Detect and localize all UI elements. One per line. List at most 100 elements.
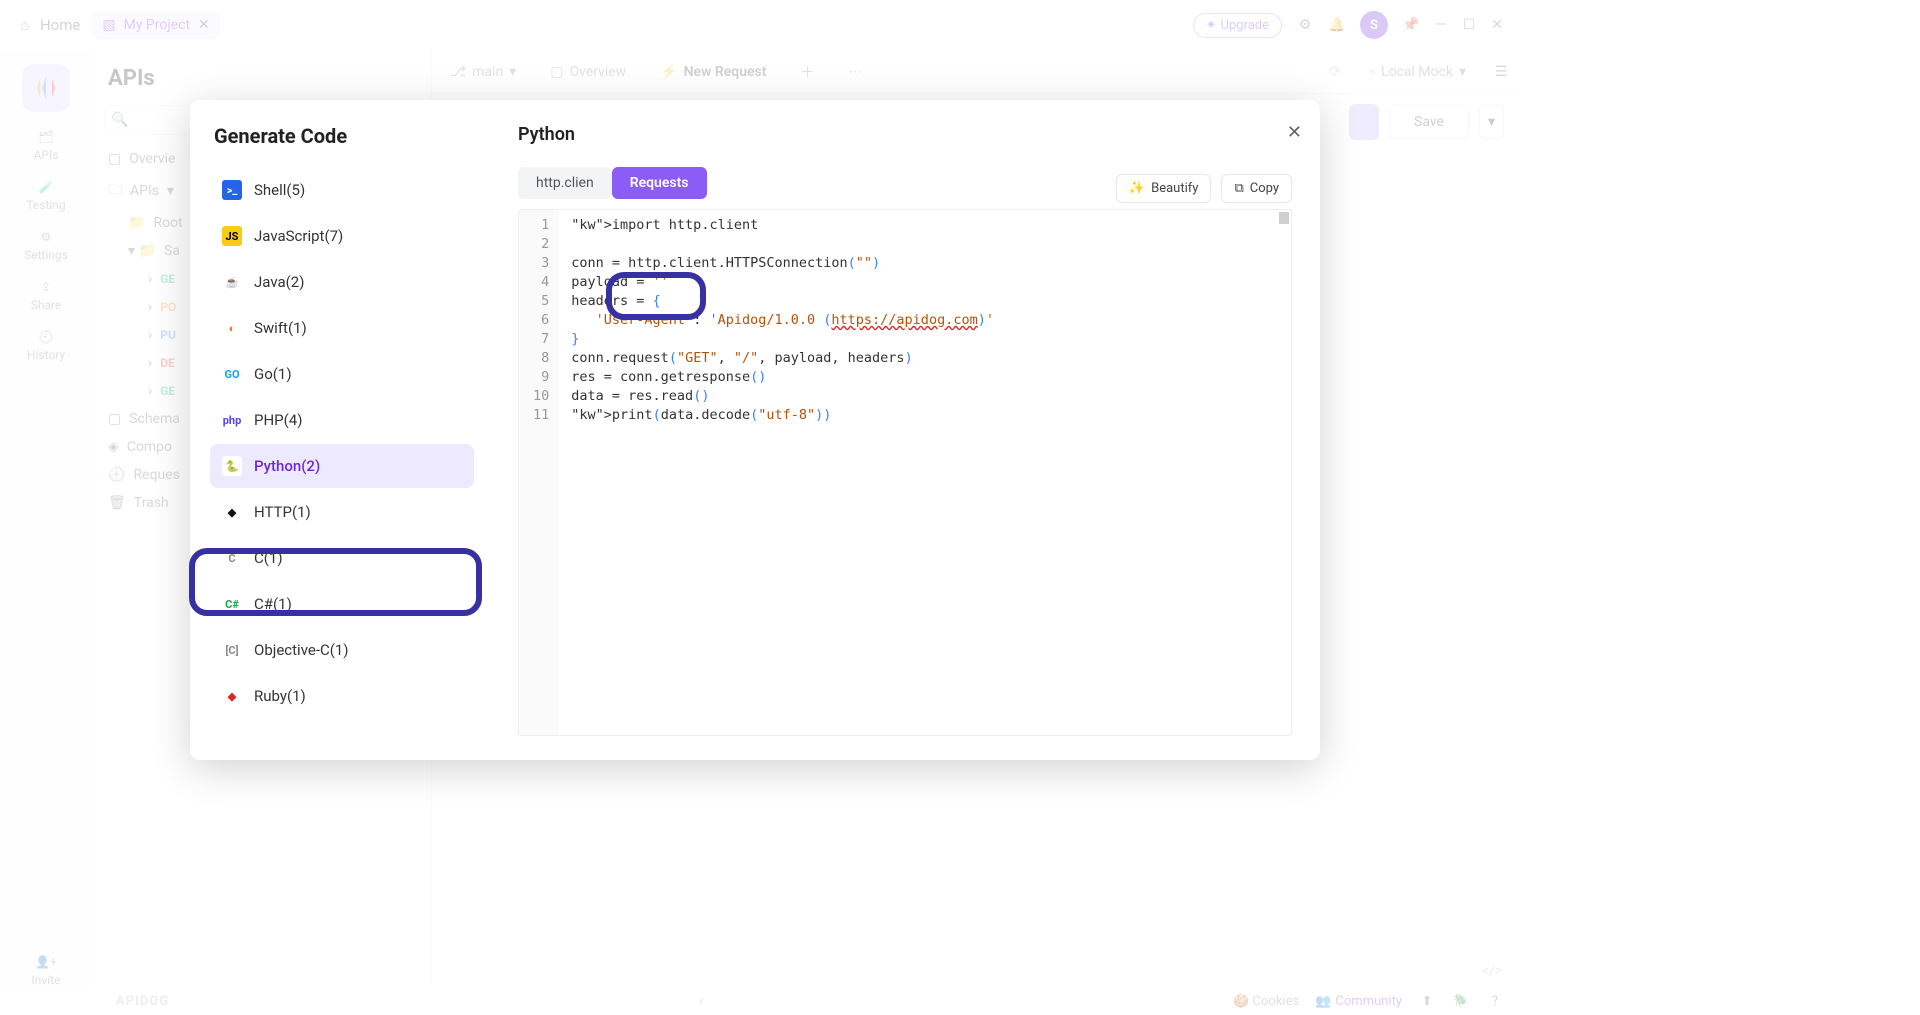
branch-selector[interactable]: ⎇ main ▾ bbox=[442, 64, 524, 80]
home-button[interactable]: ⌂ Home bbox=[16, 16, 80, 34]
nav-settings[interactable]: ⚙Settings bbox=[24, 230, 68, 262]
language-item-java[interactable]: ☕Java(2) bbox=[210, 260, 474, 304]
language-label: HTTP(1) bbox=[254, 503, 311, 521]
cookies-link[interactable]: 🍪 Cookies bbox=[1233, 994, 1299, 1009]
language-icon: [C] bbox=[222, 640, 242, 660]
collapse-icon[interactable]: « bbox=[698, 994, 704, 1009]
language-label: JavaScript(7) bbox=[254, 227, 343, 245]
language-icon: GO bbox=[222, 364, 242, 384]
language-list: >_ Shell(5) JSJavaScript(7)☕Java(2)◐Swift(… bbox=[210, 168, 482, 718]
language-item-objectivec[interactable]: [C] Objective-C(1) bbox=[210, 628, 474, 672]
maximize-icon[interactable]: ☐ bbox=[1462, 18, 1476, 32]
nav-history-label: History bbox=[27, 348, 65, 362]
language-item-python[interactable]: 🐍 Python(2) bbox=[210, 444, 474, 488]
nav-testing[interactable]: 🧪 Testing bbox=[26, 180, 65, 212]
bottom-bar: APIDOG « 🍪 Cookies 👥 Community ⬆ 🪲 ? bbox=[0, 987, 1520, 1015]
env-selector[interactable]: ▫ Local Mock ▾ bbox=[1362, 63, 1474, 80]
avatar[interactable]: S bbox=[1360, 11, 1388, 39]
language-icon: C# bbox=[222, 594, 242, 614]
language-item-javascript[interactable]: JSJavaScript(7) bbox=[210, 214, 474, 258]
close-icon[interactable]: ✕ bbox=[198, 17, 210, 33]
bell-icon[interactable]: 🔔 bbox=[1328, 16, 1346, 34]
sync-icon[interactable]: ⟳ bbox=[1326, 63, 1344, 81]
language-label: Python(2) bbox=[254, 457, 320, 475]
close-window-icon[interactable]: ✕ bbox=[1490, 18, 1504, 32]
language-item-php[interactable]: phpPHP(4) bbox=[210, 398, 474, 442]
tree-apis-label: APIs bbox=[130, 183, 159, 199]
modal-close-icon[interactable]: ✕ bbox=[1287, 122, 1302, 143]
tab-new-request[interactable]: ⚡ New Request bbox=[652, 64, 774, 80]
modal-title: Generate Code bbox=[210, 124, 482, 148]
nav-share[interactable]: ⇪Share bbox=[31, 280, 62, 312]
tree-components-label: Compo bbox=[127, 439, 172, 455]
nav-history[interactable]: 🕘 History bbox=[27, 330, 65, 362]
language-label: Shell(5) bbox=[254, 181, 305, 199]
tree-schemas-label: Schema bbox=[129, 411, 180, 427]
save-dropdown-icon[interactable]: ▾ bbox=[1479, 105, 1504, 139]
lib-tab-httpclien[interactable]: http.clien bbox=[518, 167, 612, 199]
menu-icon[interactable]: ☰ bbox=[1492, 63, 1510, 81]
history-icon: 🕘 bbox=[39, 330, 54, 344]
language-icon: 🐍 bbox=[222, 456, 242, 476]
home-icon: ⌂ bbox=[16, 16, 34, 34]
save-label: Save bbox=[1414, 114, 1444, 130]
cookies-label: Cookies bbox=[1253, 994, 1300, 1009]
save-button[interactable]: Save bbox=[1389, 105, 1469, 139]
project-tab[interactable]: ▧ My Project ✕ bbox=[92, 11, 219, 39]
language-icon: C bbox=[222, 548, 242, 568]
copy-button[interactable]: ⧉ Copy bbox=[1221, 174, 1292, 203]
library-tabs: http.clienRequests bbox=[518, 167, 707, 199]
project-icon: ▧ bbox=[102, 17, 115, 33]
project-name: My Project bbox=[124, 17, 190, 33]
language-item-swift[interactable]: ◐Swift(1) bbox=[210, 306, 474, 350]
code-panel-icon[interactable]: </> bbox=[432, 955, 1520, 987]
community-link[interactable]: 👥 Community bbox=[1315, 994, 1402, 1009]
line-gutter: 1234567891011 bbox=[519, 210, 559, 735]
language-label: C(1) bbox=[254, 549, 283, 567]
app-logo[interactable] bbox=[22, 64, 70, 112]
nav-settings-label: Settings bbox=[24, 248, 68, 262]
tree-trash-label: Trash bbox=[134, 495, 169, 511]
code-panel: ✕ Python http.clienRequests ✨ Beautify ⧉… bbox=[490, 100, 1320, 760]
upgrade-button[interactable]: ✦ Upgrade bbox=[1193, 13, 1282, 38]
left-nav: 🗂APIs 🧪 Testing ⚙Settings ⇪Share 🕘 History… bbox=[0, 50, 92, 987]
share-icon: ⇪ bbox=[41, 280, 51, 294]
language-label: Objective-C(1) bbox=[254, 641, 349, 659]
gear-icon[interactable]: ⚙ bbox=[1296, 16, 1314, 34]
community-label: Community bbox=[1335, 994, 1402, 1009]
language-icon: ◆ bbox=[222, 686, 242, 706]
language-item-http[interactable]: ◆HTTP(1) bbox=[210, 490, 474, 534]
lib-tab-requests[interactable]: Requests bbox=[612, 167, 707, 199]
language-label: PHP(4) bbox=[254, 411, 302, 429]
titlebar: ⌂ Home ▧ My Project ✕ ✦ Upgrade ⚙ 🔔 S 📌 … bbox=[0, 0, 1520, 50]
beautify-label: Beautify bbox=[1151, 181, 1198, 196]
tab-overview-label: Overview bbox=[569, 64, 626, 80]
env-label: Local Mock bbox=[1381, 64, 1453, 80]
code-editor[interactable]: 1234567891011 "kw">import http.client co… bbox=[518, 209, 1292, 736]
language-item-go[interactable]: GOGo(1) bbox=[210, 352, 474, 396]
pin-icon[interactable]: 📌 bbox=[1402, 16, 1420, 34]
sparkle-icon: ✦ bbox=[1206, 18, 1217, 33]
tree-sample-label: Sa bbox=[164, 243, 180, 259]
language-item-shell[interactable]: >_ Shell(5) bbox=[210, 168, 474, 212]
language-item-ruby[interactable]: ◆Ruby(1) bbox=[210, 674, 474, 718]
tab-overview[interactable]: ▢ Overview bbox=[542, 64, 634, 80]
language-item-c[interactable]: C#C#(1) bbox=[210, 582, 474, 626]
minimap bbox=[1279, 212, 1289, 224]
testing-icon: 🧪 bbox=[39, 180, 54, 194]
language-icon: >_ bbox=[222, 180, 242, 200]
nav-invite[interactable]: 👤+Invite bbox=[32, 955, 61, 987]
send-button[interactable] bbox=[1349, 104, 1379, 140]
nav-testing-label: Testing bbox=[26, 198, 65, 212]
help-icon[interactable]: ? bbox=[1486, 992, 1504, 1010]
tab-more[interactable]: ⋯ bbox=[840, 64, 870, 80]
nav-apis[interactable]: 🗂APIs bbox=[34, 130, 59, 162]
language-item-c[interactable]: C C(1) bbox=[210, 536, 474, 580]
beautify-button[interactable]: ✨ Beautify bbox=[1116, 174, 1212, 203]
upload-icon[interactable]: ⬆ bbox=[1418, 992, 1436, 1010]
minimize-icon[interactable]: — bbox=[1434, 18, 1448, 32]
language-panel: Generate Code >_ Shell(5) JSJavaScript(7)☕… bbox=[190, 100, 490, 760]
bug-icon[interactable]: 🪲 bbox=[1452, 992, 1470, 1010]
language-label: Java(2) bbox=[254, 273, 304, 291]
tab-add[interactable]: ＋ bbox=[792, 62, 822, 82]
